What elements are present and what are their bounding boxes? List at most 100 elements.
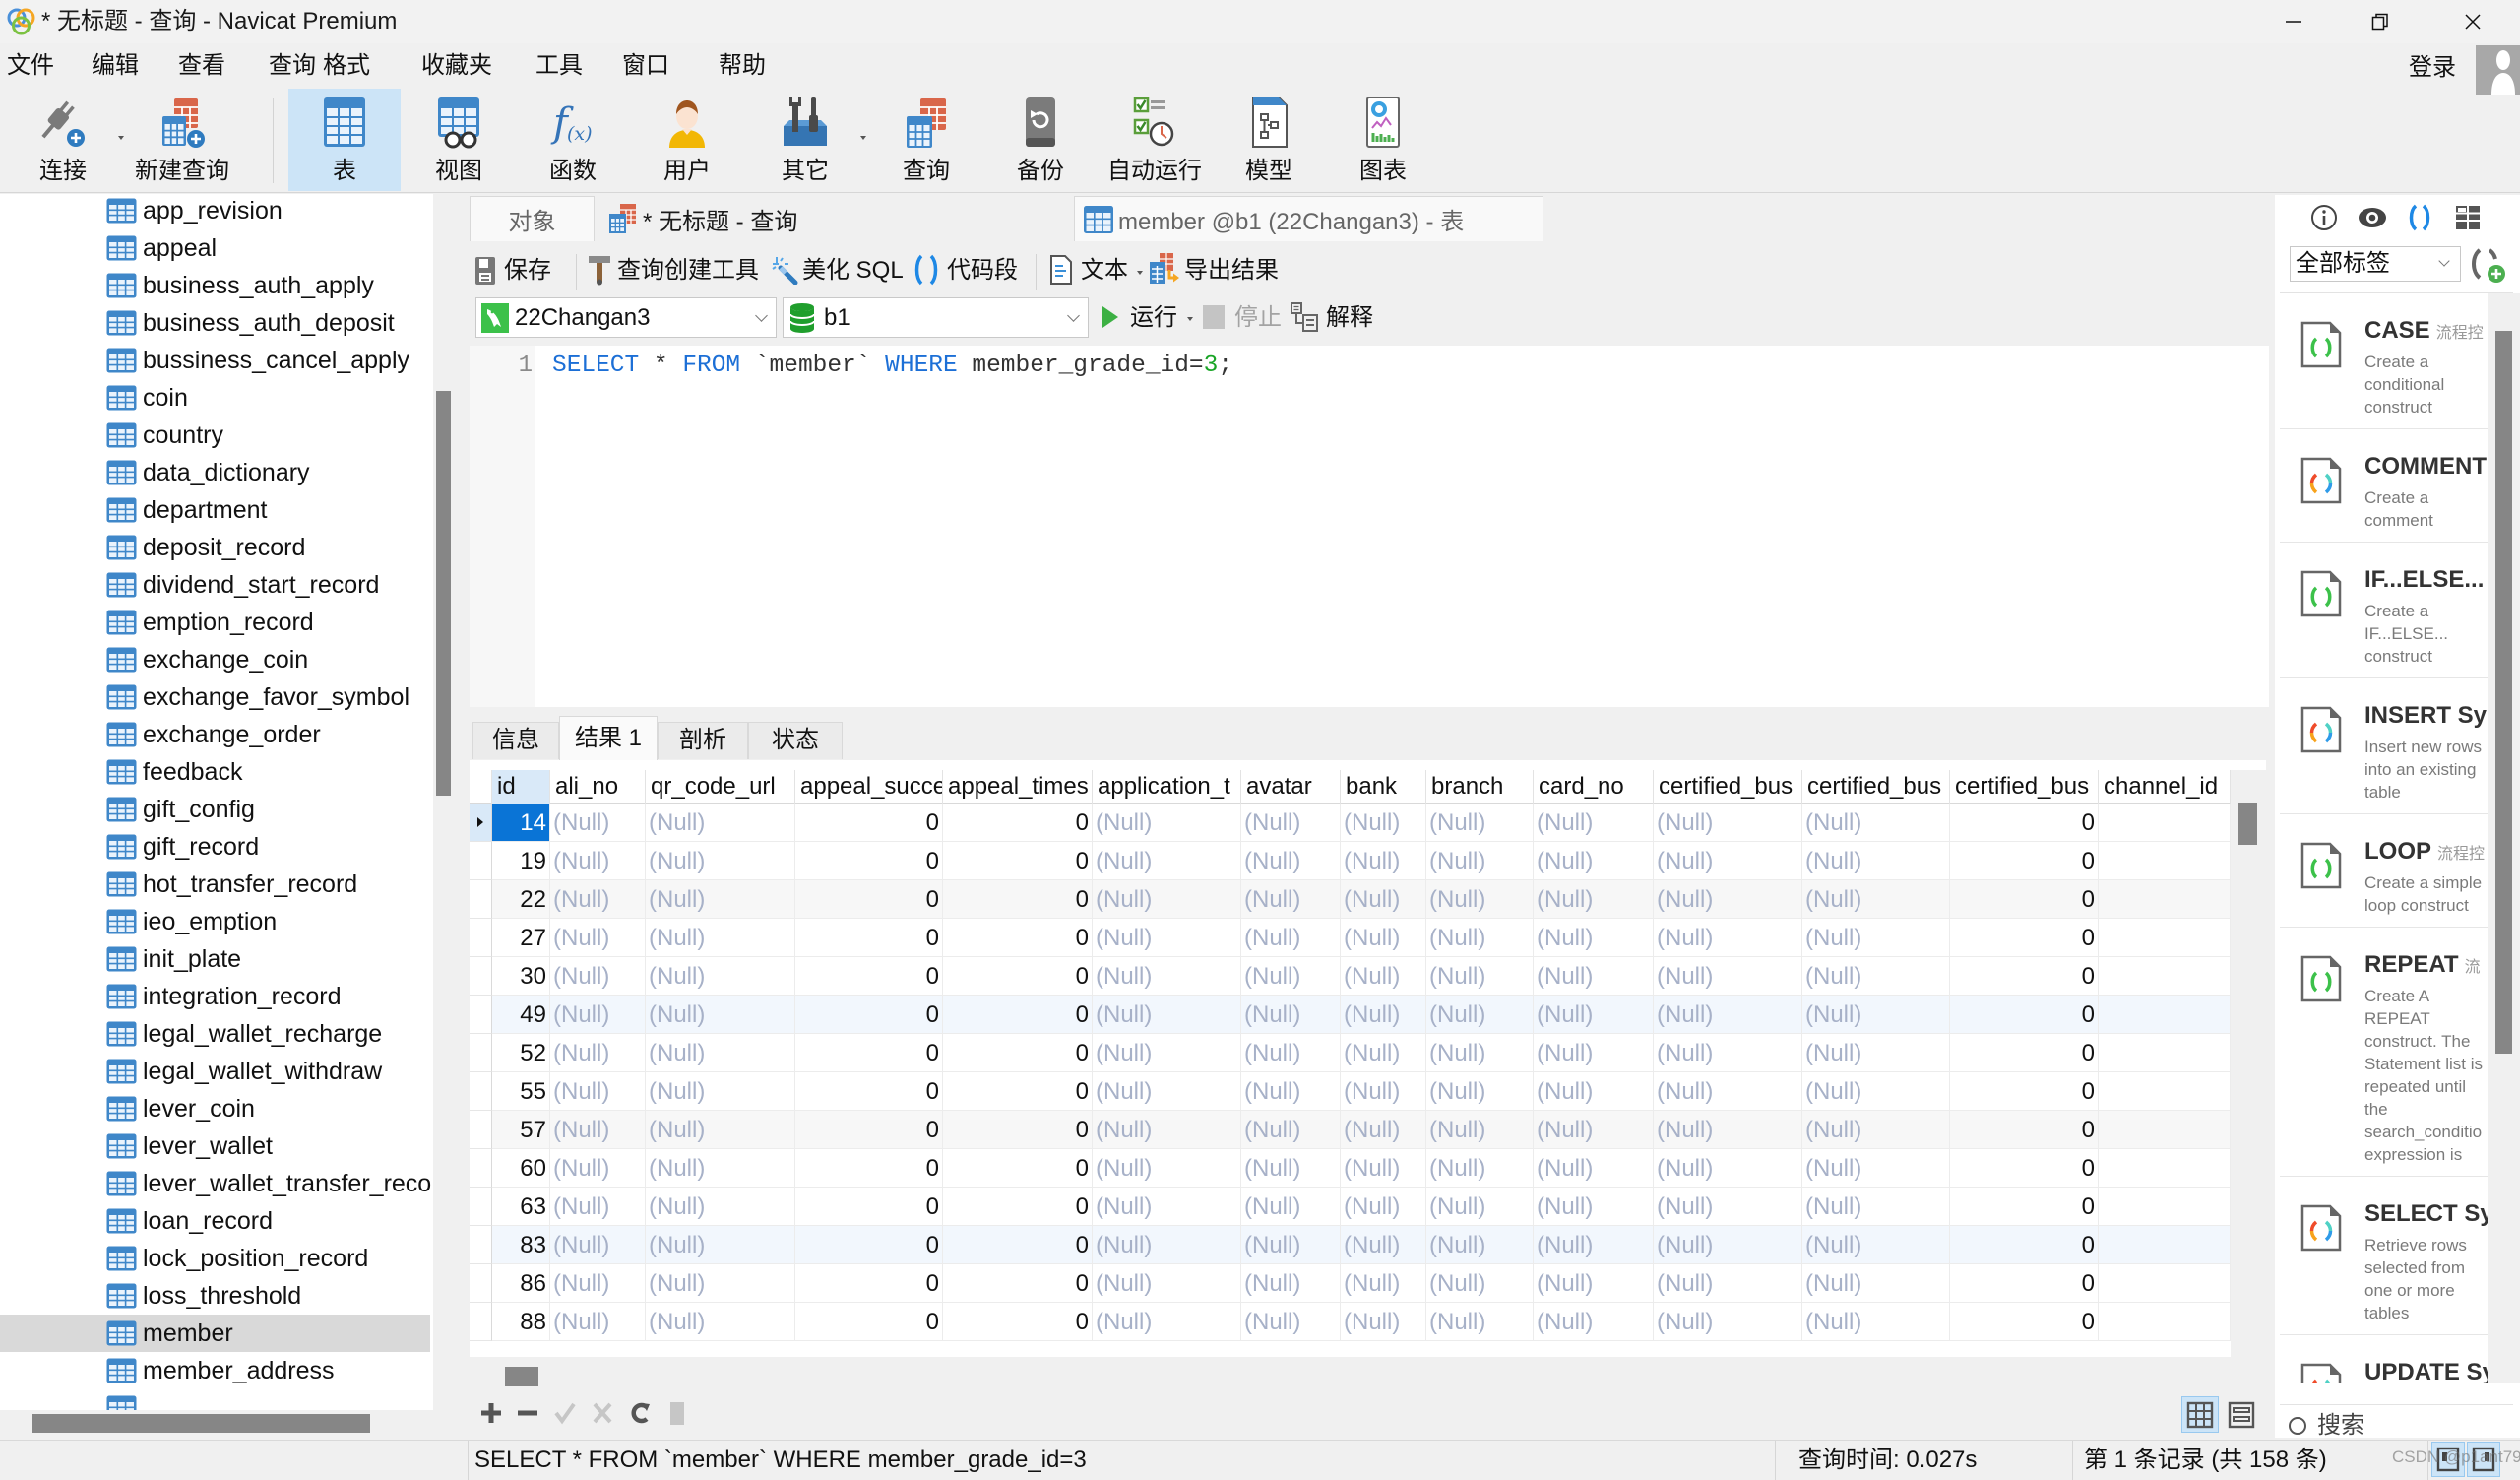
grid-cell[interactable]: (Null) [646,1149,795,1188]
sidebar-table-item[interactable]: legal_wallet_recharge [0,1015,430,1053]
grid-cell[interactable]: (Null) [550,1111,646,1149]
sidebar-table-item[interactable]: department [0,491,430,529]
grid-cell[interactable]: (Null) [1426,1264,1534,1303]
grid-cell[interactable]: 0 [795,1034,943,1072]
grid-cell[interactable]: 0 [1950,1072,2099,1111]
text-mode-button[interactable]: 文本 [1081,247,1128,294]
form-view-button[interactable] [2223,1396,2260,1433]
table-row[interactable]: 30 (Null) (Null) 0 0 (Null) (Null) (Null) (Null)… [470,957,2231,996]
menu-file[interactable]: 文件 [7,43,54,89]
grid-cell[interactable]: (Null) [1093,919,1241,957]
grid-cell[interactable]: (Null) [1093,1034,1241,1072]
sidebar-table-item[interactable]: coin [0,379,430,417]
grid-cell[interactable]: (Null) [1093,1149,1241,1188]
sidebar-table-item[interactable]: gift_config [0,791,430,828]
grid-cell[interactable]: (Null) [1341,919,1426,957]
grid-cell[interactable]: (Null) [1802,842,1950,880]
grid-cell[interactable]: (Null) [1802,1226,1950,1264]
grid-cell[interactable]: (Null) [1534,1111,1654,1149]
menu-format[interactable]: 格式 [323,43,370,89]
sidebar-table-item[interactable]: integration_record [0,978,430,1015]
sidebar-table-item[interactable]: lever_wallet [0,1127,430,1165]
grid-cell[interactable]: (Null) [1341,1149,1426,1188]
sidebar-table-item[interactable]: lever_wallet_transfer_reco [0,1165,431,1202]
snippet-search[interactable] [2286,1408,2512,1438]
snippet-item[interactable]: LOOP 流程控 Create a simple loop construct [2280,814,2488,928]
grid-cell[interactable]: (Null) [1241,1034,1341,1072]
column-header[interactable]: id [492,770,550,804]
grid-cell[interactable]: (Null) [1802,1149,1950,1188]
grid-cell[interactable]: (Null) [1802,919,1950,957]
grid-cell[interactable]: (Null) [646,842,795,880]
sidebar-table-item[interactable]: loss_threshold [0,1277,430,1315]
toolbar-backup-button[interactable]: 备份 [984,89,1097,191]
grid-cell[interactable]: 0 [943,1264,1093,1303]
export-result-icon[interactable] [1148,252,1181,292]
snippet-list-scroll-thumb[interactable] [2495,331,2512,1054]
tag-filter-select[interactable]: 全部标签 [2290,246,2461,282]
row-selector[interactable] [470,842,492,880]
grid-cell[interactable]: (Null) [1802,804,1950,842]
grid-cell[interactable]: (Null) [646,957,795,996]
grid-cell[interactable]: (Null) [1341,996,1426,1034]
grid-cell[interactable]: 0 [943,842,1093,880]
info-icon[interactable] [2307,201,2341,234]
sidebar-table-item[interactable]: hot_transfer_record [0,866,430,903]
grid-cell[interactable]: (Null) [1654,804,1802,842]
grid-cell[interactable]: 0 [795,1072,943,1111]
grid-cell[interactable]: (Null) [1426,996,1534,1034]
grid-cell[interactable]: 0 [1950,880,2099,919]
grid-cell[interactable]: (Null) [1426,1111,1534,1149]
grid-cell[interactable]: (Null) [1426,1072,1534,1111]
grid-cell[interactable]: (Null) [1341,1303,1426,1341]
grid-cell[interactable]: (Null) [1093,1303,1241,1341]
row-selector[interactable] [470,919,492,957]
toolbar-new-query-button[interactable]: 新建查询 [126,89,238,191]
grid-cell[interactable]: (Null) [1241,1188,1341,1226]
grid-cell[interactable]: (Null) [1534,880,1654,919]
grid-cell[interactable]: 0 [795,1111,943,1149]
grid-cell[interactable]: (Null) [1341,842,1426,880]
table-row[interactable]: 63 (Null) (Null) 0 0 (Null) (Null) (Null) (Null)… [470,1188,2231,1226]
grid-cell[interactable]: 0 [1950,1303,2099,1341]
grid-cell[interactable]: (Null) [1534,1072,1654,1111]
grid-cell[interactable]: (Null) [1341,1188,1426,1226]
code-snippet-panel-icon[interactable] [2403,201,2436,234]
query-builder-button[interactable]: 查询创建工具 [617,247,759,294]
grid-cell[interactable]: 0 [943,880,1093,919]
grid-cell[interactable]: (Null) [646,1072,795,1111]
sidebar-table-item[interactable]: ieo_emption [0,903,430,940]
row-selector[interactable] [470,1188,492,1226]
row-selector[interactable] [470,1149,492,1188]
grid-cell[interactable]: (Null) [550,880,646,919]
grid-cell[interactable]: 0 [1950,1111,2099,1149]
grid-cell[interactable]: (Null) [1534,842,1654,880]
toolbar-automation-button[interactable]: 自动运行 [1099,89,1211,191]
column-header[interactable]: avatar [1241,770,1341,804]
grid-cell[interactable]: 0 [1950,1188,2099,1226]
grid-cell[interactable]: 0 [795,996,943,1034]
grid-cell[interactable]: (Null) [1241,804,1341,842]
grid-cell[interactable]: (Null) [1534,804,1654,842]
grid-cell[interactable]: 0 [795,1264,943,1303]
toolbar-view-button[interactable]: 视图 [403,89,515,191]
grid-cell[interactable] [2099,1149,2231,1188]
grid-horizontal-scroll-thumb[interactable] [505,1367,538,1386]
grid-vertical-scrollbar[interactable] [2231,770,2266,1357]
grid-cell[interactable]: (Null) [1093,996,1241,1034]
grid-cell[interactable]: 0 [943,1111,1093,1149]
avatar[interactable] [2476,45,2520,95]
text-mode-dropdown-icon[interactable] [1137,271,1143,275]
tab-untitled-query[interactable]: * 无标题 - 查询 [599,196,1069,241]
grid-cell[interactable]: (Null) [550,842,646,880]
grid-cell[interactable]: 0 [1950,842,2099,880]
grid-cell[interactable]: 0 [943,1303,1093,1341]
grid-cell[interactable]: (Null) [550,804,646,842]
sidebar-table-item[interactable]: business_auth_apply [0,267,430,304]
grid-cell[interactable]: 60 [492,1149,550,1188]
grid-cell[interactable]: 0 [795,842,943,880]
grid-cell[interactable]: (Null) [1426,1226,1534,1264]
grid-cell[interactable]: 0 [1950,996,2099,1034]
grid-cell[interactable]: (Null) [1093,842,1241,880]
snippet-item[interactable]: CASE 流程控 Create a conditional construct [2280,293,2488,429]
